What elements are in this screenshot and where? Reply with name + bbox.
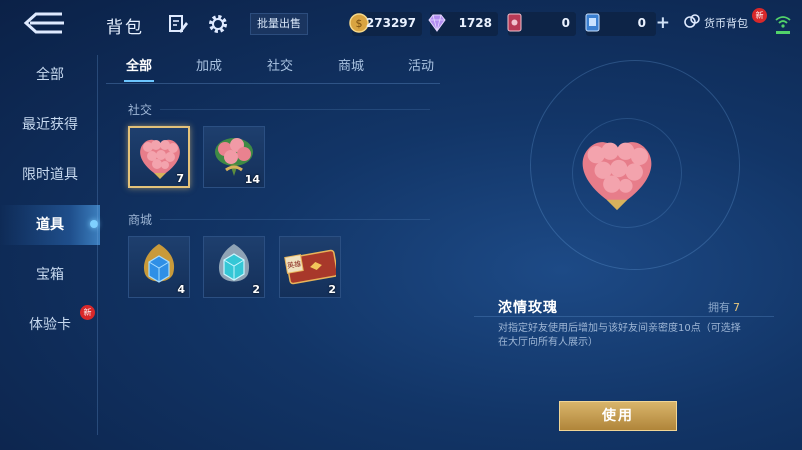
item-slot-rose-heart[interactable]: 7 xyxy=(128,126,190,188)
back-arrow-icon[interactable] xyxy=(22,10,68,36)
new-badge: 新 xyxy=(752,8,767,23)
use-button[interactable]: 使用 xyxy=(559,401,677,431)
item-description: 对指定好友使用后增加与该好友间亲密度10点（可选择在大厅向所有人展示） xyxy=(498,323,741,348)
tab-event[interactable]: 活动 xyxy=(388,56,454,82)
sidebar-item-recent[interactable]: 最近获得 xyxy=(0,105,100,145)
top-bar: 背包 批量出售 $ 273297 1728 0 0 + 货币背包 新 xyxy=(0,0,802,48)
sidebar-item-all[interactable]: 全部 xyxy=(0,55,100,95)
tab-all[interactable]: 全部 xyxy=(106,56,172,82)
tab-mall[interactable]: 商城 xyxy=(318,56,384,82)
sidebar-item-label: 全部 xyxy=(36,67,64,83)
item-slot-hero-card[interactable]: 英雄 2 xyxy=(279,236,341,298)
tab-social[interactable]: 社交 xyxy=(247,56,313,82)
sidebar-divider xyxy=(97,55,98,435)
section-divider xyxy=(160,109,430,110)
owned-count: 拥有 7 xyxy=(708,299,740,315)
item-count: 2 xyxy=(328,283,336,296)
card-amount: 0 xyxy=(561,16,570,30)
bulk-sell-button[interactable]: 批量出售 xyxy=(250,13,308,35)
coupon-currency: 0 + xyxy=(585,12,670,36)
detail-divider xyxy=(474,316,774,317)
diamond-currency: 1728 xyxy=(428,12,498,36)
add-currency-button[interactable]: + xyxy=(656,13,670,33)
sidebar-item-trial-cards[interactable]: 体验卡 新 xyxy=(0,305,100,345)
card-currency: 0 xyxy=(507,12,576,36)
section-label-mall: 商城 xyxy=(128,213,153,227)
tab-boost[interactable]: 加成 xyxy=(176,56,242,82)
gold-amount: 273297 xyxy=(365,16,416,30)
coupon-amount: 0 xyxy=(637,16,646,30)
sidebar: 全部 最近获得 限时道具 道具 宝箱 体验卡 新 xyxy=(0,48,100,450)
page-title: 背包 xyxy=(106,18,144,38)
wifi-signal-icon xyxy=(775,16,791,34)
owned-label: 拥有 xyxy=(708,301,730,314)
gear-icon[interactable] xyxy=(207,13,229,35)
item-slot-cyan-crystal[interactable]: 2 xyxy=(203,236,265,298)
wallet-icon xyxy=(684,14,700,28)
coupon-icon xyxy=(585,13,600,32)
sidebar-item-label: 道具 xyxy=(36,217,64,233)
gold-currency: $ 273297 xyxy=(349,12,422,36)
sidebar-item-chests[interactable]: 宝箱 xyxy=(0,255,100,295)
edit-note-icon[interactable] xyxy=(168,14,188,34)
item-count: 14 xyxy=(244,173,260,186)
sidebar-item-label: 限时道具 xyxy=(22,167,78,183)
tab-divider xyxy=(106,83,440,84)
item-slot-rose-bouquet[interactable]: 14 xyxy=(203,126,265,188)
sidebar-item-label: 最近获得 xyxy=(22,117,78,133)
item-count: 4 xyxy=(177,283,185,296)
item-count: 2 xyxy=(252,283,260,296)
wallet-label: 货币背包 xyxy=(704,17,748,30)
sidebar-item-label: 宝箱 xyxy=(36,267,64,283)
item-name: 浓情玫瑰 xyxy=(498,300,558,316)
new-badge: 新 xyxy=(80,305,95,320)
category-tabs: 全部 加成 社交 商城 活动 xyxy=(106,56,446,84)
section-divider xyxy=(160,219,430,220)
sidebar-item-props[interactable]: 道具 xyxy=(0,205,100,245)
owned-number: 7 xyxy=(733,301,740,314)
svg-text:$: $ xyxy=(356,17,363,30)
item-count: 7 xyxy=(176,172,184,185)
item-slot-blue-crystal[interactable]: 4 xyxy=(128,236,190,298)
section-label-social: 社交 xyxy=(128,103,153,117)
diamond-icon xyxy=(428,14,446,32)
rose-heart-bouquet-icon xyxy=(582,142,652,211)
card-ticket-icon xyxy=(507,13,522,32)
sidebar-item-label: 体验卡 xyxy=(29,317,71,333)
sidebar-item-limited[interactable]: 限时道具 xyxy=(0,155,100,195)
diamond-amount: 1728 xyxy=(458,16,492,30)
